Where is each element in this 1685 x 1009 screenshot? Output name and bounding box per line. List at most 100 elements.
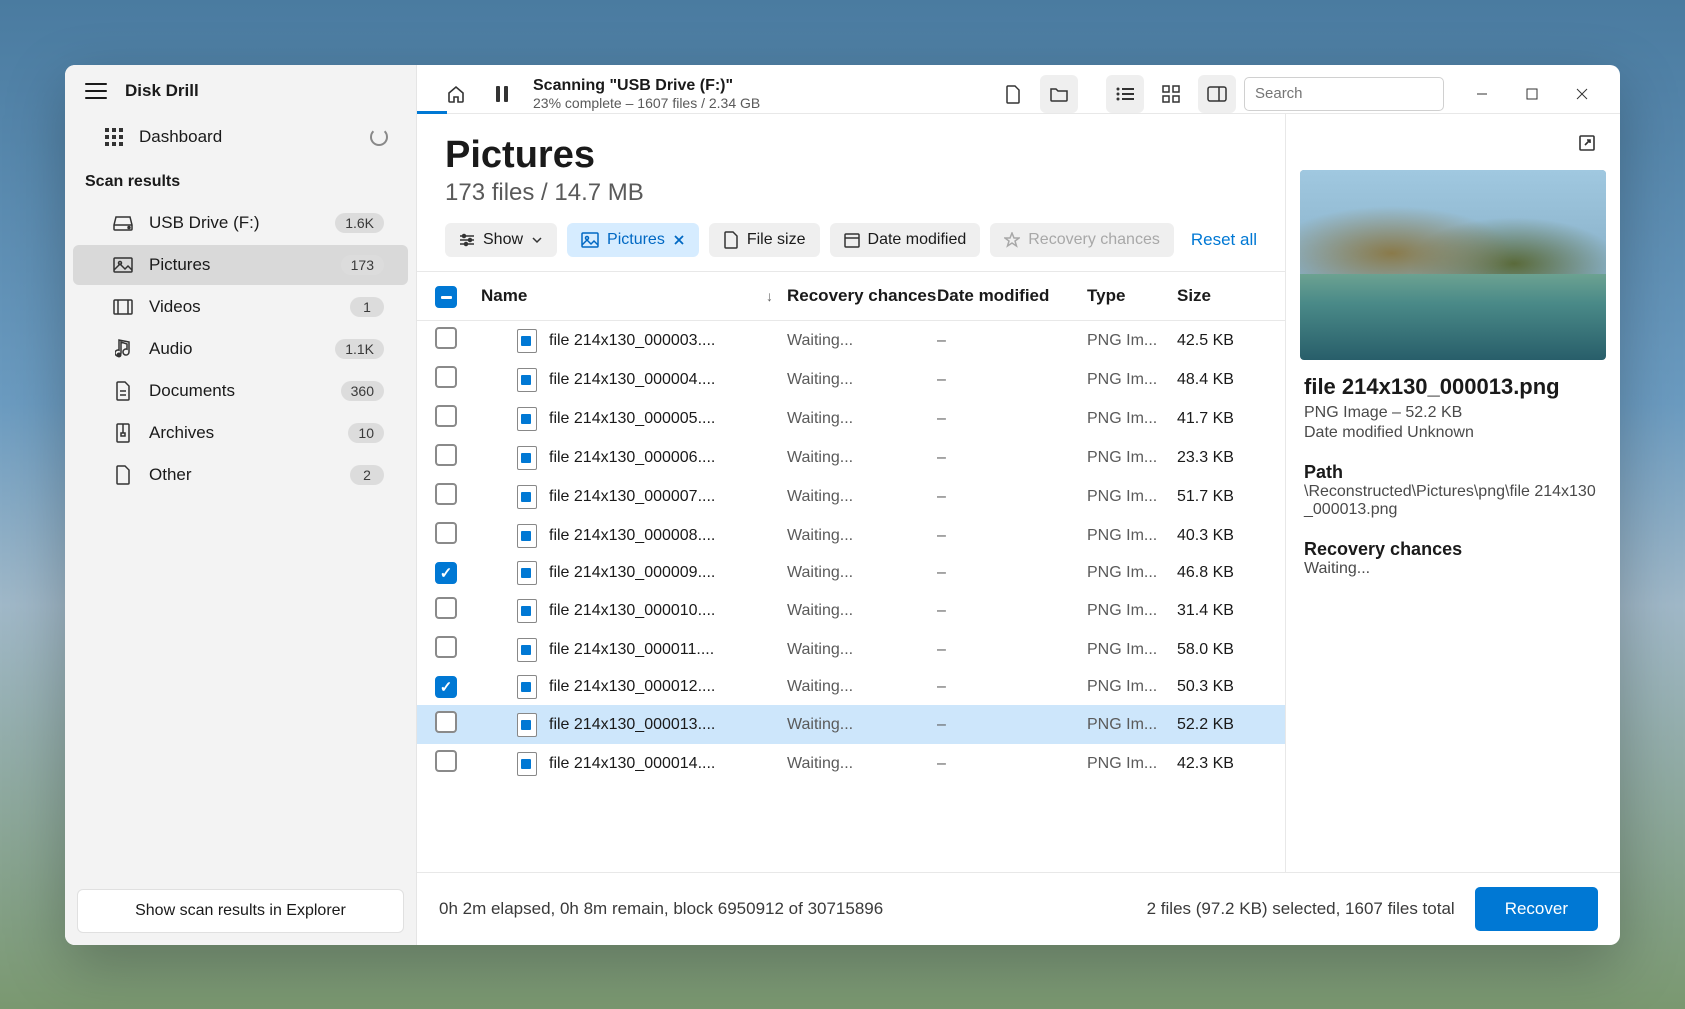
cell-date: – bbox=[937, 755, 1087, 773]
app-window: Disk Drill Dashboard Scan results USB Dr… bbox=[65, 65, 1620, 945]
show-in-explorer-button[interactable]: Show scan results in Explorer bbox=[77, 889, 404, 933]
table-row[interactable]: file 214x130_000005.... Waiting... – PNG… bbox=[417, 399, 1285, 438]
page-title: Pictures bbox=[445, 134, 1257, 177]
list-view-button[interactable] bbox=[1106, 75, 1144, 113]
row-checkbox[interactable] bbox=[435, 522, 457, 544]
row-checkbox[interactable] bbox=[435, 327, 457, 349]
home-button[interactable] bbox=[437, 75, 475, 113]
cell-size: 52.2 KB bbox=[1177, 716, 1267, 734]
audio-icon bbox=[113, 339, 133, 359]
cell-date: – bbox=[937, 602, 1087, 620]
file-icon bbox=[517, 675, 537, 699]
sidebar-item-label: Pictures bbox=[149, 255, 210, 275]
cell-recovery: Waiting... bbox=[787, 678, 937, 696]
file-icon bbox=[517, 485, 537, 509]
scan-status: Scanning "USB Drive (F:)" 23% complete –… bbox=[533, 77, 760, 111]
header-checkbox[interactable] bbox=[435, 286, 457, 308]
row-checkbox[interactable] bbox=[435, 597, 457, 619]
other-icon bbox=[113, 465, 133, 485]
cell-date: – bbox=[937, 488, 1087, 506]
file-name: file 214x130_000012.... bbox=[549, 678, 715, 696]
pause-button[interactable] bbox=[483, 75, 521, 113]
cell-recovery: Waiting... bbox=[787, 564, 937, 582]
footer: 0h 2m elapsed, 0h 8m remain, block 69509… bbox=[417, 872, 1620, 945]
scan-sub: 23% complete – 1607 files / 2.34 GB bbox=[533, 95, 760, 111]
row-checkbox[interactable] bbox=[435, 483, 457, 505]
pictures-filter-chip[interactable]: Pictures bbox=[567, 223, 699, 257]
date-filter[interactable]: Date modified bbox=[830, 223, 981, 257]
dashboard-link[interactable]: Dashboard bbox=[65, 115, 416, 159]
header-date[interactable]: Date modified bbox=[937, 286, 1087, 306]
preview-path-value: \Reconstructed\Pictures\png\file 214x130… bbox=[1304, 483, 1602, 519]
row-checkbox[interactable] bbox=[435, 444, 457, 466]
cell-type: PNG Im... bbox=[1087, 371, 1177, 389]
cell-size: 51.7 KB bbox=[1177, 488, 1267, 506]
row-checkbox[interactable] bbox=[435, 676, 457, 698]
table-row[interactable]: file 214x130_000008.... Waiting... – PNG… bbox=[417, 516, 1285, 555]
table-row[interactable]: file 214x130_000010.... Waiting... – PNG… bbox=[417, 591, 1285, 630]
menu-icon[interactable] bbox=[85, 83, 107, 99]
table-row[interactable]: file 214x130_000014.... Waiting... – PNG… bbox=[417, 744, 1285, 783]
filesize-filter[interactable]: File size bbox=[709, 223, 820, 257]
show-filter[interactable]: Show bbox=[445, 223, 557, 257]
grid-view-button[interactable] bbox=[1152, 75, 1190, 113]
sidebar-item-badge: 173 bbox=[341, 255, 384, 275]
table-row[interactable]: file 214x130_000013.... Waiting... – PNG… bbox=[417, 705, 1285, 744]
recover-button[interactable]: Recover bbox=[1475, 887, 1598, 931]
header-type[interactable]: Type bbox=[1087, 286, 1177, 306]
cell-date: – bbox=[937, 678, 1087, 696]
table-row[interactable]: file 214x130_000009.... Waiting... – PNG… bbox=[417, 555, 1285, 591]
cell-size: 46.8 KB bbox=[1177, 564, 1267, 582]
search-input[interactable] bbox=[1244, 77, 1444, 111]
cell-date: – bbox=[937, 716, 1087, 734]
search-field[interactable] bbox=[1255, 85, 1454, 102]
maximize-button[interactable] bbox=[1510, 77, 1554, 111]
sidebar-item-other[interactable]: Other 2 bbox=[73, 455, 408, 495]
row-checkbox[interactable] bbox=[435, 711, 457, 733]
preview-recovery-label: Recovery chances bbox=[1304, 539, 1602, 560]
footer-selection: 2 files (97.2 KB) selected, 1607 files t… bbox=[1147, 899, 1455, 919]
header-recovery[interactable]: Recovery chances bbox=[787, 286, 937, 306]
table-row[interactable]: file 214x130_000012.... Waiting... – PNG… bbox=[417, 669, 1285, 705]
recovery-filter[interactable]: Recovery chances bbox=[990, 223, 1174, 257]
panel-toggle-button[interactable] bbox=[1198, 75, 1236, 113]
preview-filename: file 214x130_000013.png bbox=[1304, 374, 1602, 400]
cell-type: PNG Im... bbox=[1087, 332, 1177, 350]
reset-all-link[interactable]: Reset all bbox=[1191, 230, 1257, 250]
header-size[interactable]: Size bbox=[1177, 286, 1267, 306]
sidebar-item-drive[interactable]: USB Drive (F:) 1.6K bbox=[73, 203, 408, 243]
folder-view-button[interactable] bbox=[1040, 75, 1078, 113]
table-header: Name ↓ Recovery chances Date modified Ty… bbox=[417, 272, 1285, 322]
calendar-icon bbox=[844, 232, 860, 248]
sidebar-item-document[interactable]: Documents 360 bbox=[73, 371, 408, 411]
cell-type: PNG Im... bbox=[1087, 602, 1177, 620]
sidebar-item-image[interactable]: Pictures 173 bbox=[73, 245, 408, 285]
cell-recovery: Waiting... bbox=[787, 755, 937, 773]
table-row[interactable]: file 214x130_000006.... Waiting... – PNG… bbox=[417, 438, 1285, 477]
table-row[interactable]: file 214x130_000004.... Waiting... – PNG… bbox=[417, 360, 1285, 399]
sidebar-item-audio[interactable]: Audio 1.1K bbox=[73, 329, 408, 369]
sidebar-item-archive[interactable]: Archives 10 bbox=[73, 413, 408, 453]
row-checkbox[interactable] bbox=[435, 405, 457, 427]
cell-type: PNG Im... bbox=[1087, 564, 1177, 582]
header-name[interactable]: Name ↓ bbox=[481, 286, 787, 306]
sidebar-section-title: Scan results bbox=[65, 159, 416, 201]
table-row[interactable]: file 214x130_000007.... Waiting... – PNG… bbox=[417, 477, 1285, 516]
file-name: file 214x130_000007.... bbox=[549, 488, 715, 506]
close-icon[interactable] bbox=[673, 234, 685, 246]
row-checkbox[interactable] bbox=[435, 750, 457, 772]
row-checkbox[interactable] bbox=[435, 366, 457, 388]
table-row[interactable]: file 214x130_000011.... Waiting... – PNG… bbox=[417, 630, 1285, 669]
row-checkbox[interactable] bbox=[435, 562, 457, 584]
row-checkbox[interactable] bbox=[435, 636, 457, 658]
cell-date: – bbox=[937, 332, 1087, 350]
popout-button[interactable] bbox=[1568, 124, 1606, 162]
file-name: file 214x130_000003.... bbox=[549, 332, 715, 350]
sidebar-item-video[interactable]: Videos 1 bbox=[73, 287, 408, 327]
cell-type: PNG Im... bbox=[1087, 488, 1177, 506]
close-button[interactable] bbox=[1560, 77, 1604, 111]
file-view-button[interactable] bbox=[994, 75, 1032, 113]
minimize-button[interactable] bbox=[1460, 77, 1504, 111]
table-row[interactable]: file 214x130_000003.... Waiting... – PNG… bbox=[417, 321, 1285, 360]
progress-bar bbox=[417, 111, 447, 114]
